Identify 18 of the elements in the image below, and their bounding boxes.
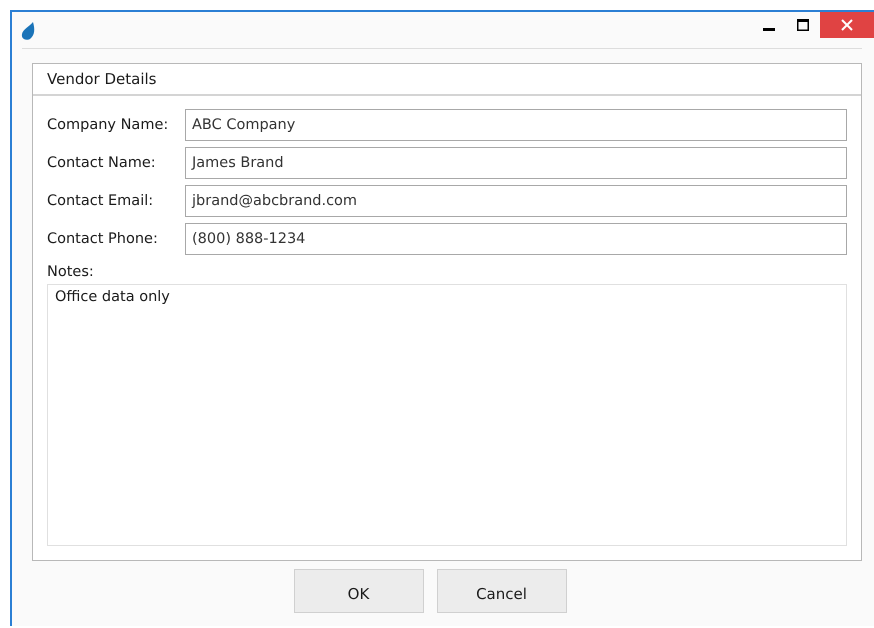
- field-label: Contact Phone:: [47, 231, 159, 247]
- minimize-icon: [763, 28, 775, 31]
- input-field[interactable]: James Brand: [185, 147, 847, 179]
- field-label: Contact Name:: [47, 155, 157, 171]
- maximize-icon: [797, 19, 809, 31]
- input-field[interactable]: ABC Company: [185, 109, 847, 141]
- notes-label: Notes:: [47, 264, 95, 280]
- notes-field[interactable]: Office data only: [47, 284, 847, 546]
- panel-title: Vendor Details: [47, 70, 156, 88]
- cancel-button[interactable]: Cancel: [436, 569, 566, 613]
- close-icon: [841, 19, 853, 31]
- input-field[interactable]: jbrand@abcbrand.com: [185, 185, 847, 217]
- input-field[interactable]: (800) 888-1234: [185, 223, 847, 255]
- close-button[interactable]: [820, 12, 874, 38]
- drop-icon: [20, 21, 36, 41]
- field-label: Contact Email:: [47, 193, 154, 209]
- ok-button[interactable]: OK: [294, 569, 424, 613]
- field-label: Company Name:: [47, 117, 170, 133]
